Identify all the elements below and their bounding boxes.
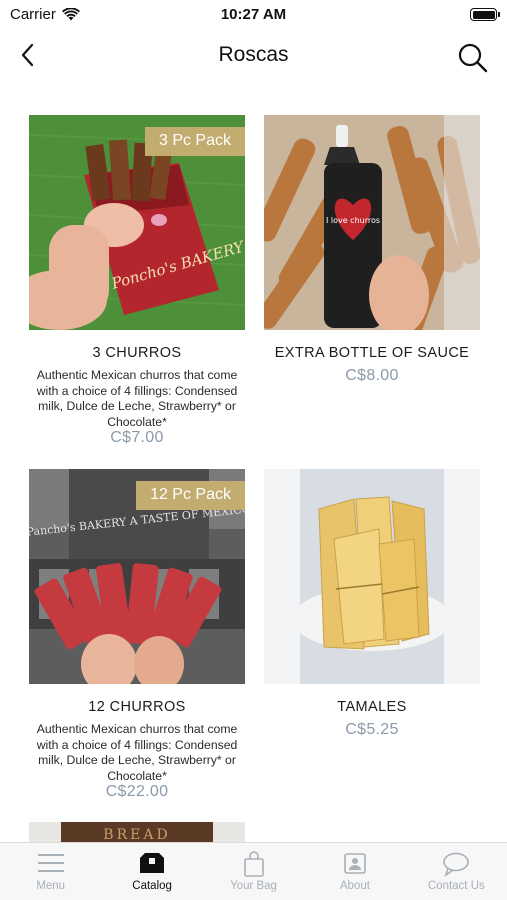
tab-label: Catalog: [132, 880, 172, 892]
product-price: C$22.00: [105, 783, 169, 800]
product-image-text: I love churros: [326, 216, 380, 225]
product-card-tamales[interactable]: TAMALES C$5.25: [264, 469, 480, 749]
product-image: [264, 469, 480, 684]
product-card-bread[interactable]: BREAD: [29, 822, 245, 842]
search-icon: [458, 43, 488, 73]
battery-icon: [470, 8, 500, 21]
product-name: EXTRA BOTTLE OF SAUCE: [274, 345, 470, 361]
product-card-12-churros[interactable]: Pancho's BAKERY A TASTE OF MEXICO 12 Pc …: [29, 469, 245, 809]
product-price: C$5.25: [345, 721, 399, 738]
tab-menu[interactable]: Menu: [0, 843, 101, 900]
product-image: I love churros: [264, 115, 480, 330]
product-price: C$7.00: [110, 429, 164, 446]
tab-label: Menu: [36, 880, 66, 892]
product-description: Authentic Mexican churros that come with…: [36, 368, 238, 429]
tab-contact-us[interactable]: Contact Us: [406, 843, 507, 900]
status-bar: Carrier 10:27 AM: [0, 0, 507, 30]
status-time: 10:27 AM: [220, 6, 287, 23]
product-image-text: BREAD: [103, 827, 170, 842]
search-button[interactable]: [457, 42, 489, 74]
page-title: Roscas: [218, 43, 289, 66]
product-card-extra-sauce[interactable]: I love churros EXTRA BOTTLE OF SAUCE C$8…: [264, 115, 480, 395]
tab-about[interactable]: About: [304, 843, 405, 900]
product-name: TAMALES: [337, 699, 407, 715]
product-description: Authentic Mexican churros that come with…: [36, 722, 238, 783]
tab-bar: Menu Catalog Your Bag About Contact Us: [0, 842, 507, 900]
tab-your-bag[interactable]: Your Bag: [203, 843, 304, 900]
tab-label: Your Bag: [230, 880, 277, 892]
pack-badge: 3 Pc Pack: [144, 127, 245, 156]
product-name: 12 CHURROS: [88, 699, 186, 715]
chat-icon: [443, 852, 470, 877]
tab-label: About: [339, 880, 370, 892]
product-image: BREAD: [29, 822, 245, 842]
tab-catalog[interactable]: Catalog: [101, 843, 202, 900]
tab-label: Contact Us: [427, 880, 485, 892]
product-name: 3 CHURROS: [92, 345, 182, 361]
navigation-bar: Roscas: [0, 30, 507, 82]
bag-icon: [243, 851, 264, 877]
catalog-icon: [140, 853, 165, 873]
product-price: C$8.00: [345, 367, 399, 384]
about-icon: [344, 853, 366, 874]
product-card-3-churros[interactable]: Poncho's BAKERY 3 Pc Pack 3 CHURROS Auth…: [29, 115, 245, 455]
pack-badge: 12 Pc Pack: [136, 481, 245, 510]
menu-icon: [37, 854, 64, 872]
